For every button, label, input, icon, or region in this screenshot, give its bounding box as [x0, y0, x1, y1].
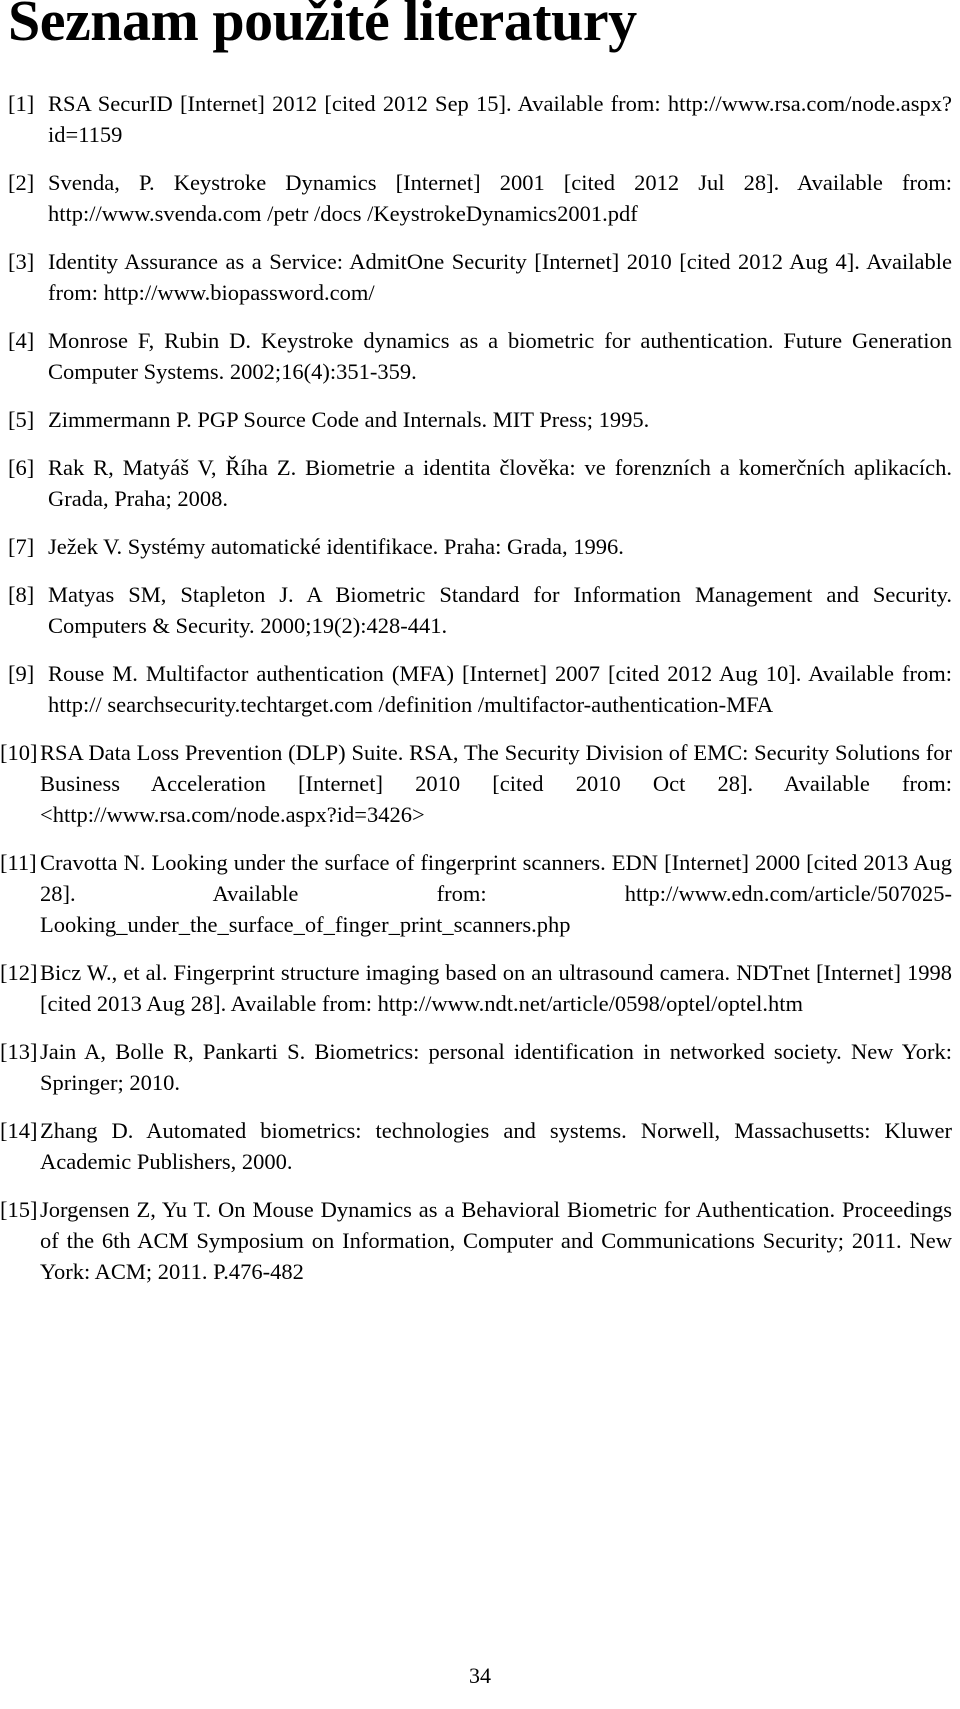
bibliography-entry: [14] Zhang D. Automated biometrics: tech…: [0, 1115, 952, 1177]
bibliography-list: [1] RSA SecurID [Internet] 2012 [cited 2…: [0, 88, 952, 1304]
document-page: Seznam použité literatury [1] RSA SecurI…: [0, 0, 960, 1709]
bibliography-entry-text: Jain A, Bolle R, Pankarti S. Biometrics:…: [40, 1039, 952, 1095]
bibliography-entry: [7] Ježek V. Systémy automatické identif…: [8, 531, 952, 562]
bibliography-entry: [2] Svenda, P. Keystroke Dynamics [Inter…: [8, 167, 952, 229]
bibliography-entry-text: Cravotta N. Looking under the surface of…: [40, 850, 952, 937]
bibliography-entry-label: [6]: [8, 455, 35, 480]
bibliography-entry: [10] RSA Data Loss Prevention (DLP) Suit…: [0, 737, 952, 830]
bibliography-entry: [12] Bicz W., et al. Fingerprint structu…: [0, 957, 952, 1019]
bibliography-entry-text: Ježek V. Systémy automatické identifikac…: [48, 534, 624, 559]
bibliography-entry: [1] RSA SecurID [Internet] 2012 [cited 2…: [8, 88, 952, 150]
bibliography-entry-label: [13]: [0, 1039, 38, 1064]
bibliography-entry-label: [2]: [8, 170, 35, 195]
bibliography-entry-label: [10]: [0, 740, 38, 765]
bibliography-entry: [11] Cravotta N. Looking under the surfa…: [0, 847, 952, 940]
bibliography-entry: [8] Matyas SM, Stapleton J. A Biometric …: [8, 579, 952, 641]
bibliography-entry-text: Rak R, Matyáš V, Říha Z. Biometrie a ide…: [48, 455, 952, 511]
bibliography-entry: [6] Rak R, Matyáš V, Říha Z. Biometrie a…: [8, 452, 952, 514]
bibliography-entry-text: Identity Assurance as a Service: AdmitOn…: [48, 249, 952, 305]
bibliography-entry-text: RSA Data Loss Prevention (DLP) Suite. RS…: [40, 740, 952, 827]
bibliography-entry-text: Bicz W., et al. Fingerprint structure im…: [40, 960, 952, 1016]
bibliography-entry: [3] Identity Assurance as a Service: Adm…: [8, 246, 952, 308]
bibliography-entry: [9] Rouse M. Multifactor authentication …: [8, 658, 952, 720]
bibliography-entry-label: [11]: [0, 850, 37, 875]
bibliography-entry-label: [8]: [8, 582, 35, 607]
bibliography-entry-label: [3]: [8, 249, 35, 274]
bibliography-entry: [13] Jain A, Bolle R, Pankarti S. Biomet…: [0, 1036, 952, 1098]
bibliography-entry-text: Matyas SM, Stapleton J. A Biometric Stan…: [48, 582, 952, 638]
bibliography-entry-text: Zhang D. Automated biometrics: technolog…: [40, 1118, 952, 1174]
bibliography-entry: [15] Jorgensen Z, Yu T. On Mouse Dynamic…: [0, 1194, 952, 1287]
bibliography-entry-label: [5]: [8, 407, 35, 432]
bibliography-entry-text: RSA SecurID [Internet] 2012 [cited 2012 …: [48, 91, 952, 147]
bibliography-entry-label: [1]: [8, 91, 35, 116]
page-title: Seznam použité literatury: [8, 0, 637, 53]
bibliography-entry: [5] Zimmermann P. PGP Source Code and In…: [8, 404, 952, 435]
bibliography-entry-label: [12]: [0, 960, 38, 985]
page-number: 34: [469, 1663, 491, 1688]
bibliography-entry-label: [14]: [0, 1118, 38, 1143]
bibliography-entry-text: Rouse M. Multifactor authentication (MFA…: [48, 661, 952, 717]
bibliography-entry-label: [4]: [8, 328, 35, 353]
bibliography-entry-text: Zimmermann P. PGP Source Code and Intern…: [48, 407, 650, 432]
bibliography-entry-text: Monrose F, Rubin D. Keystroke dynamics a…: [48, 328, 952, 384]
bibliography-entry-label: [9]: [8, 661, 35, 686]
bibliography-entry-text: Svenda, P. Keystroke Dynamics [Internet]…: [48, 170, 952, 226]
bibliography-entry-label: [15]: [0, 1197, 38, 1222]
bibliography-entry: [4] Monrose F, Rubin D. Keystroke dynami…: [8, 325, 952, 387]
bibliography-entry-label: [7]: [8, 534, 35, 559]
bibliography-entry-text: Jorgensen Z, Yu T. On Mouse Dynamics as …: [40, 1197, 952, 1284]
